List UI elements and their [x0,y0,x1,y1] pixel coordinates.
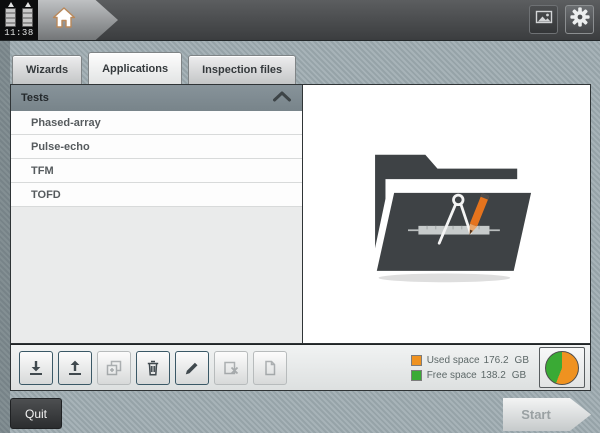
tests-list-panel: Tests Phased-array Pulse-echo TFM TOFD [11,85,302,343]
disk-usage-widget [539,347,585,388]
main-panel: Tests Phased-array Pulse-echo TFM TOFD [10,84,591,344]
tab-bar: Wizards Applications Inspection files [12,52,297,84]
list-item-label: TFM [31,164,54,177]
image-icon [533,6,555,33]
tab-wizards[interactable]: Wizards [12,55,83,84]
edit-button[interactable] [174,350,209,385]
cut-file-button[interactable] [213,350,248,385]
free-space-value: 138.2 [480,369,506,381]
home-button[interactable] [38,0,118,40]
list-item-pulse-echo[interactable]: Pulse-echo [11,135,302,159]
tests-group-header[interactable]: Tests [11,85,302,111]
used-space-value: 176.2 [483,354,509,366]
used-space-swatch [410,354,422,366]
storage-legend: Used space 176.2 GB Free space 138.2 GB [410,354,529,381]
quit-button[interactable]: Quit [10,398,62,429]
pencil-icon [182,358,202,378]
battery-gauge-2 [22,2,33,27]
used-space-label: Used space [426,354,480,366]
delete-button[interactable] [135,350,170,385]
preview-pane [302,85,590,343]
start-button[interactable]: Start [503,398,591,431]
list-item-label: TOFD [31,188,61,201]
clock: 11:38 [4,28,34,38]
settings-button[interactable] [565,5,594,34]
status-indicators: 11:38 [0,0,38,40]
new-document-button[interactable] [252,350,287,385]
tab-label: Inspection files [202,64,283,76]
disk-usage-pie [545,350,579,385]
used-space-row: Used space 176.2 GB [410,354,529,366]
export-button[interactable] [57,350,92,385]
used-space-unit: GB [514,354,529,366]
copy-button[interactable] [96,350,131,385]
tab-label: Wizards [26,64,69,76]
free-space-label: Free space [426,369,477,381]
top-bar: 11:38 [0,0,600,41]
free-space-unit: GB [511,369,527,381]
free-space-row: Free space 138.2 GB [410,369,529,381]
file-toolbar: Used space 176.2 GB Free space 138.2 GB [10,344,591,391]
tab-applications[interactable]: Applications [88,52,183,84]
tab-inspection-files[interactable]: Inspection files [188,55,297,84]
gear-icon [568,5,592,34]
list-item-tofd[interactable]: TOFD [11,183,302,207]
tab-label: Applications [102,62,169,75]
import-button[interactable] [18,350,53,385]
file-cut-icon [221,358,241,378]
list-item-tfm[interactable]: TFM [11,159,302,183]
copy-icon [104,358,124,378]
trash-icon [143,358,163,378]
screenshot-button[interactable] [529,5,558,34]
battery-gauge-1 [5,2,16,27]
chevron-up-icon [272,91,292,105]
start-button-label: Start [521,407,551,422]
applications-folder-icon [356,139,538,290]
quit-button-label: Quit [24,406,47,421]
list-item-label: Pulse-echo [31,140,90,153]
list-item-phased-array[interactable]: Phased-array [11,111,302,135]
home-icon [52,6,76,34]
download-icon [26,358,46,378]
free-space-swatch [410,369,422,381]
document-icon [260,358,280,378]
tests-group-title: Tests [21,92,49,104]
list-item-label: Phased-array [31,116,101,129]
upload-icon [65,358,85,378]
storage-summary: Used space 176.2 GB Free space 138.2 GB [410,347,585,388]
